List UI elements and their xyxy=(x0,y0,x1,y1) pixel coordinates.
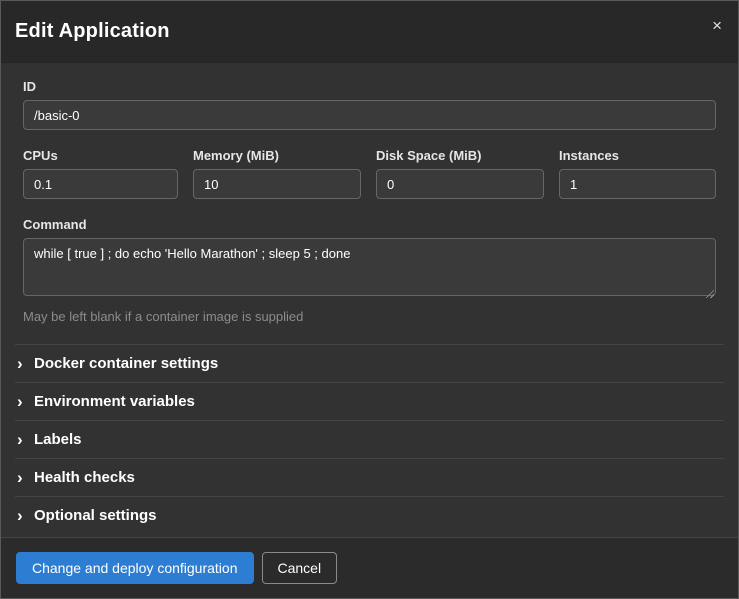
section-labels[interactable]: › Labels xyxy=(15,420,724,458)
chevron-right-icon: › xyxy=(17,471,34,484)
chevron-right-icon: › xyxy=(17,509,34,522)
cpus-field: CPUs xyxy=(23,148,178,199)
section-optional-settings[interactable]: › Optional settings xyxy=(15,496,724,534)
modal-body: ID CPUs Memory (MiB) Disk Space (MiB) In xyxy=(1,63,738,537)
disk-space-field: Disk Space (MiB) xyxy=(376,148,544,199)
command-help-text: May be left blank if a container image i… xyxy=(23,309,716,324)
chevron-right-icon: › xyxy=(17,357,34,370)
cancel-button[interactable]: Cancel xyxy=(262,552,338,584)
section-label: Docker container settings xyxy=(34,355,218,372)
modal-title: Edit Application xyxy=(15,20,170,43)
change-and-deploy-button[interactable]: Change and deploy configuration xyxy=(16,552,254,584)
command-textarea[interactable]: while [ true ] ; do echo 'Hello Marathon… xyxy=(23,238,716,296)
resources-row: CPUs Memory (MiB) Disk Space (MiB) Insta… xyxy=(23,148,716,199)
id-input[interactable] xyxy=(23,100,716,130)
instances-field: Instances xyxy=(559,148,716,199)
cpus-input[interactable] xyxy=(23,169,178,199)
disk-space-label: Disk Space (MiB) xyxy=(376,148,544,163)
cpus-label: CPUs xyxy=(23,148,178,163)
section-environment-variables[interactable]: › Environment variables xyxy=(15,382,724,420)
instances-input[interactable] xyxy=(559,169,716,199)
section-health-checks[interactable]: › Health checks xyxy=(15,458,724,496)
modal-header: Edit Application × xyxy=(1,1,738,63)
id-label: ID xyxy=(23,79,716,94)
command-textarea-wrap: while [ true ] ; do echo 'Hello Marathon… xyxy=(23,238,716,301)
section-label: Labels xyxy=(34,431,82,448)
disk-space-input[interactable] xyxy=(376,169,544,199)
collapsible-sections: › Docker container settings › Environmen… xyxy=(15,344,724,534)
section-label: Environment variables xyxy=(34,393,195,410)
section-label: Optional settings xyxy=(34,507,157,524)
command-label: Command xyxy=(23,217,716,232)
section-label: Health checks xyxy=(34,469,135,486)
chevron-right-icon: › xyxy=(17,433,34,446)
memory-input[interactable] xyxy=(193,169,361,199)
instances-label: Instances xyxy=(559,148,716,163)
memory-field: Memory (MiB) xyxy=(193,148,361,199)
memory-label: Memory (MiB) xyxy=(193,148,361,163)
id-field: ID xyxy=(23,79,716,130)
edit-application-modal: Edit Application × ID CPUs Memory (MiB) … xyxy=(0,0,739,599)
close-icon[interactable]: × xyxy=(712,17,722,34)
modal-footer: Change and deploy configuration Cancel xyxy=(1,537,738,598)
command-field: Command while [ true ] ; do echo 'Hello … xyxy=(23,217,716,324)
section-docker-container-settings[interactable]: › Docker container settings xyxy=(15,344,724,382)
application-form: ID CPUs Memory (MiB) Disk Space (MiB) In xyxy=(1,63,738,324)
chevron-right-icon: › xyxy=(17,395,34,408)
